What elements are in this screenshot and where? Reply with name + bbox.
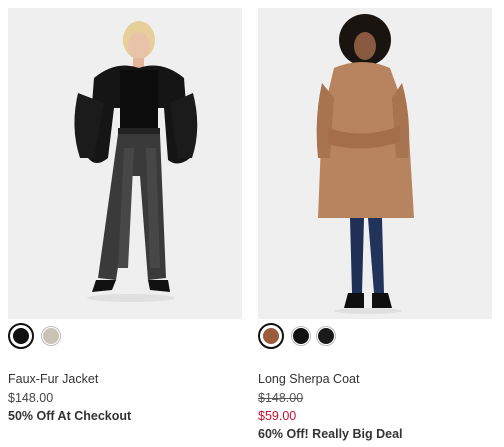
swatch-fill [293, 328, 309, 344]
swatch-fill [13, 328, 29, 344]
swatch-fill [43, 328, 59, 344]
product-card-faux-fur-jacket[interactable] [8, 8, 242, 319]
product-image[interactable] [258, 8, 492, 319]
swatch-black[interactable] [8, 323, 34, 349]
promo-text: 60% Off! Really Big Deal [258, 427, 403, 441]
swatch-black-2[interactable] [316, 326, 336, 346]
model-photo-icon [258, 8, 492, 319]
original-price: $148.00 [258, 391, 304, 405]
swatch-fill [318, 328, 334, 344]
swatch-black[interactable] [291, 326, 311, 346]
product-card-long-sherpa-coat[interactable] [258, 8, 492, 319]
color-swatches [8, 323, 61, 352]
product-name[interactable]: Faux-Fur Jacket [8, 372, 98, 386]
swatch-camel[interactable] [258, 323, 284, 349]
product-price: $148.00 [8, 391, 54, 405]
product-image[interactable] [8, 8, 242, 319]
model-photo-icon [8, 8, 242, 319]
color-swatches [258, 323, 336, 352]
swatch-beige[interactable] [41, 326, 61, 346]
sale-price: $59.00 [258, 409, 297, 423]
product-name[interactable]: Long Sherpa Coat [258, 372, 359, 386]
promo-text: 50% Off At Checkout [8, 409, 132, 423]
swatch-fill [263, 328, 279, 344]
